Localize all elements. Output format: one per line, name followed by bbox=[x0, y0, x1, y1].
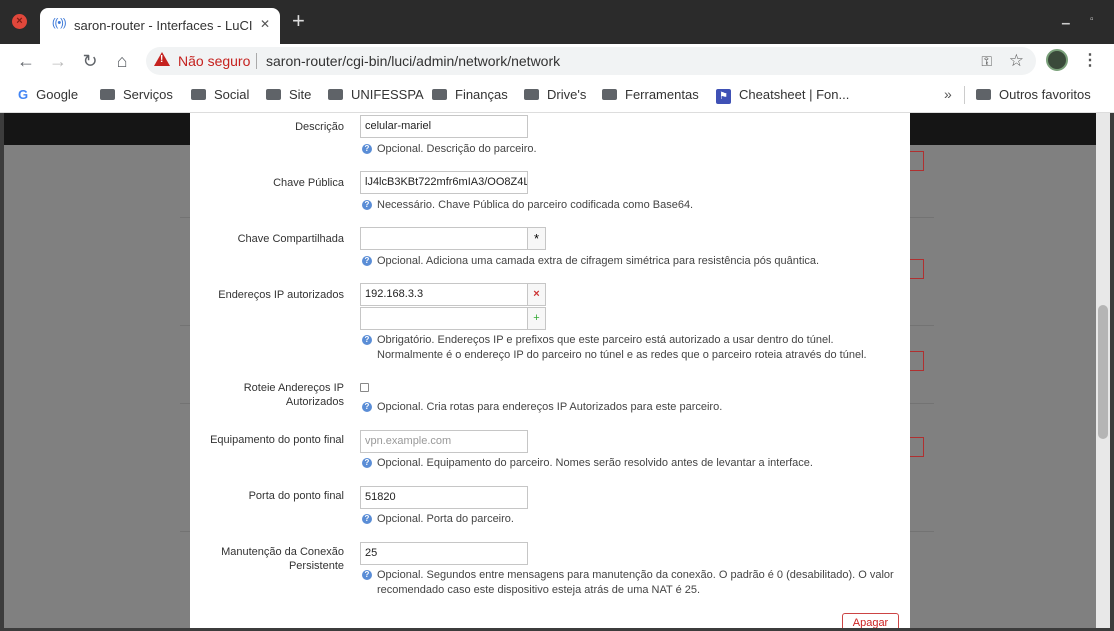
warning-icon: ! bbox=[154, 52, 170, 66]
keepalive-help: ? Opcional. Segundos entre mensagens par… bbox=[362, 568, 902, 598]
tab-title: saron-router - Interfaces - LuCI bbox=[74, 18, 253, 33]
insecure-label[interactable]: Não seguro bbox=[178, 53, 250, 69]
folder-icon bbox=[524, 89, 539, 100]
bookmarks-bar: G Google Serviços Social Site UNIFESSPA F… bbox=[0, 78, 1114, 113]
bookmark-social[interactable]: Social bbox=[191, 87, 249, 102]
divider bbox=[964, 86, 965, 104]
background-button bbox=[910, 351, 924, 371]
reload-icon[interactable]: ↻ bbox=[78, 49, 102, 73]
delete-button[interactable]: Apagar bbox=[842, 613, 899, 628]
flag-icon: ⚑ bbox=[716, 89, 731, 104]
folder-icon bbox=[328, 89, 343, 100]
info-icon: ? bbox=[362, 335, 372, 345]
info-icon: ? bbox=[362, 458, 372, 468]
more-bookmarks-icon[interactable]: » bbox=[944, 86, 952, 102]
info-icon: ? bbox=[362, 570, 372, 580]
background-button bbox=[910, 259, 924, 279]
window-close-icon[interactable]: × bbox=[12, 14, 27, 29]
preshared-key-input[interactable] bbox=[360, 227, 528, 250]
key-icon[interactable]: ⚿ bbox=[981, 53, 992, 70]
info-icon: ? bbox=[362, 256, 372, 266]
page-scrollbar[interactable] bbox=[1096, 113, 1110, 628]
bookmark-servicos[interactable]: Serviços bbox=[100, 87, 173, 102]
bookmark-drives[interactable]: Drive's bbox=[524, 87, 586, 102]
star-icon[interactable]: ☆ bbox=[1009, 51, 1024, 71]
folder-icon bbox=[976, 89, 991, 100]
description-input[interactable]: celular-mariel bbox=[360, 115, 528, 138]
url-text[interactable]: saron-router/cgi-bin/luci/admin/network/… bbox=[266, 53, 560, 69]
forward-icon[interactable]: → bbox=[46, 49, 70, 73]
remove-ip-button[interactable]: × bbox=[527, 283, 546, 306]
allowed-ips-label: Endereços IP autorizados bbox=[218, 289, 344, 301]
bookmark-site[interactable]: Site bbox=[266, 87, 311, 102]
keepalive-input[interactable]: 25 bbox=[360, 542, 528, 565]
info-icon: ? bbox=[362, 200, 372, 210]
folder-icon bbox=[191, 89, 206, 100]
minimize-icon[interactable]: ▁ bbox=[1062, 14, 1070, 25]
preshared-key-label: Chave Compartilhada bbox=[237, 233, 344, 245]
endpoint-port-help: ? Opcional. Porta do parceiro. bbox=[362, 512, 902, 527]
background-button bbox=[910, 437, 924, 457]
endpoint-host-input[interactable]: vpn.example.com bbox=[360, 430, 528, 453]
route-allowed-ips-checkbox[interactable] bbox=[360, 383, 369, 392]
info-icon: ? bbox=[362, 514, 372, 524]
home-icon[interactable]: ⌂ bbox=[110, 49, 134, 73]
add-ip-button[interactable]: + bbox=[527, 307, 546, 330]
endpoint-port-label: Porta do ponto final bbox=[248, 490, 344, 502]
keepalive-label: Manutenção da Conexão Persistente bbox=[221, 546, 344, 572]
preshared-key-help: ? Opcional. Adiciona uma camada extra de… bbox=[362, 254, 902, 269]
peer-config-modal: Descrição celular-mariel ? Opcional. Des… bbox=[190, 113, 910, 628]
tab-close-icon[interactable]: ✕ bbox=[260, 17, 270, 31]
google-icon: G bbox=[18, 87, 29, 102]
folder-icon bbox=[100, 89, 115, 100]
background-button bbox=[910, 151, 924, 171]
allowed-ip-new-input[interactable] bbox=[360, 307, 528, 330]
route-allowed-ips-label: Roteie Andereços IP Autorizados bbox=[243, 382, 344, 408]
description-help: ? Opcional. Descrição do parceiro. bbox=[362, 142, 902, 157]
bookmark-financas[interactable]: Finanças bbox=[432, 87, 508, 102]
folder-icon bbox=[602, 89, 617, 100]
divider bbox=[256, 53, 257, 69]
scrollbar-thumb[interactable] bbox=[1098, 305, 1108, 439]
broadcast-icon: ((•)) bbox=[52, 17, 66, 29]
bookmark-ferramentas[interactable]: Ferramentas bbox=[602, 87, 699, 102]
folder-icon bbox=[432, 89, 447, 100]
back-icon[interactable]: ← bbox=[14, 49, 38, 73]
endpoint-host-label: Equipamento do ponto final bbox=[210, 434, 344, 446]
reveal-password-button[interactable]: * bbox=[527, 227, 546, 250]
public-key-help: ? Necessário. Chave Pública do parceiro … bbox=[362, 198, 902, 213]
bookmark-cheatsheet[interactable]: ⚑ Cheatsheet | Fon... bbox=[716, 87, 849, 104]
folder-icon bbox=[266, 89, 281, 100]
tab-strip: × ((•)) saron-router - Interfaces - LuCI… bbox=[0, 0, 1114, 44]
endpoint-port-input[interactable]: 51820 bbox=[360, 486, 528, 509]
allowed-ip-entry[interactable]: 192.168.3.3 bbox=[360, 283, 528, 306]
allowed-ips-help: ? Obrigatório. Endereços IP e prefixos q… bbox=[362, 333, 902, 363]
maximize-icon[interactable]: ▫ bbox=[1090, 14, 1094, 25]
public-key-input[interactable]: lJ4lcB3KBt722mfr6mIA3/OO8Z4LE bbox=[360, 171, 528, 194]
description-label: Descrição bbox=[295, 121, 344, 133]
public-key-label: Chave Pública bbox=[273, 177, 344, 189]
browser-tab[interactable]: ((•)) saron-router - Interfaces - LuCI ✕ bbox=[40, 8, 280, 44]
menu-icon[interactable]: ⋮ bbox=[1082, 50, 1098, 70]
bookmark-unifesspa[interactable]: UNIFESSPA bbox=[328, 87, 424, 102]
bookmark-other[interactable]: Outros favoritos bbox=[976, 87, 1091, 102]
address-bar[interactable]: ! Não seguro saron-router/cgi-bin/luci/a… bbox=[146, 47, 1036, 75]
new-tab-icon[interactable]: + bbox=[292, 10, 305, 32]
browser-toolbar: ← → ↻ ⌂ ! Não seguro saron-router/cgi-bi… bbox=[0, 44, 1114, 78]
route-allowed-ips-help: ? Opcional. Cria rotas para endereços IP… bbox=[362, 400, 902, 415]
info-icon: ? bbox=[362, 144, 372, 154]
bookmark-google[interactable]: G Google bbox=[18, 87, 78, 102]
avatar[interactable] bbox=[1046, 49, 1068, 71]
endpoint-host-help: ? Opcional. Equipamento do parceiro. Nom… bbox=[362, 456, 902, 471]
info-icon: ? bbox=[362, 402, 372, 412]
